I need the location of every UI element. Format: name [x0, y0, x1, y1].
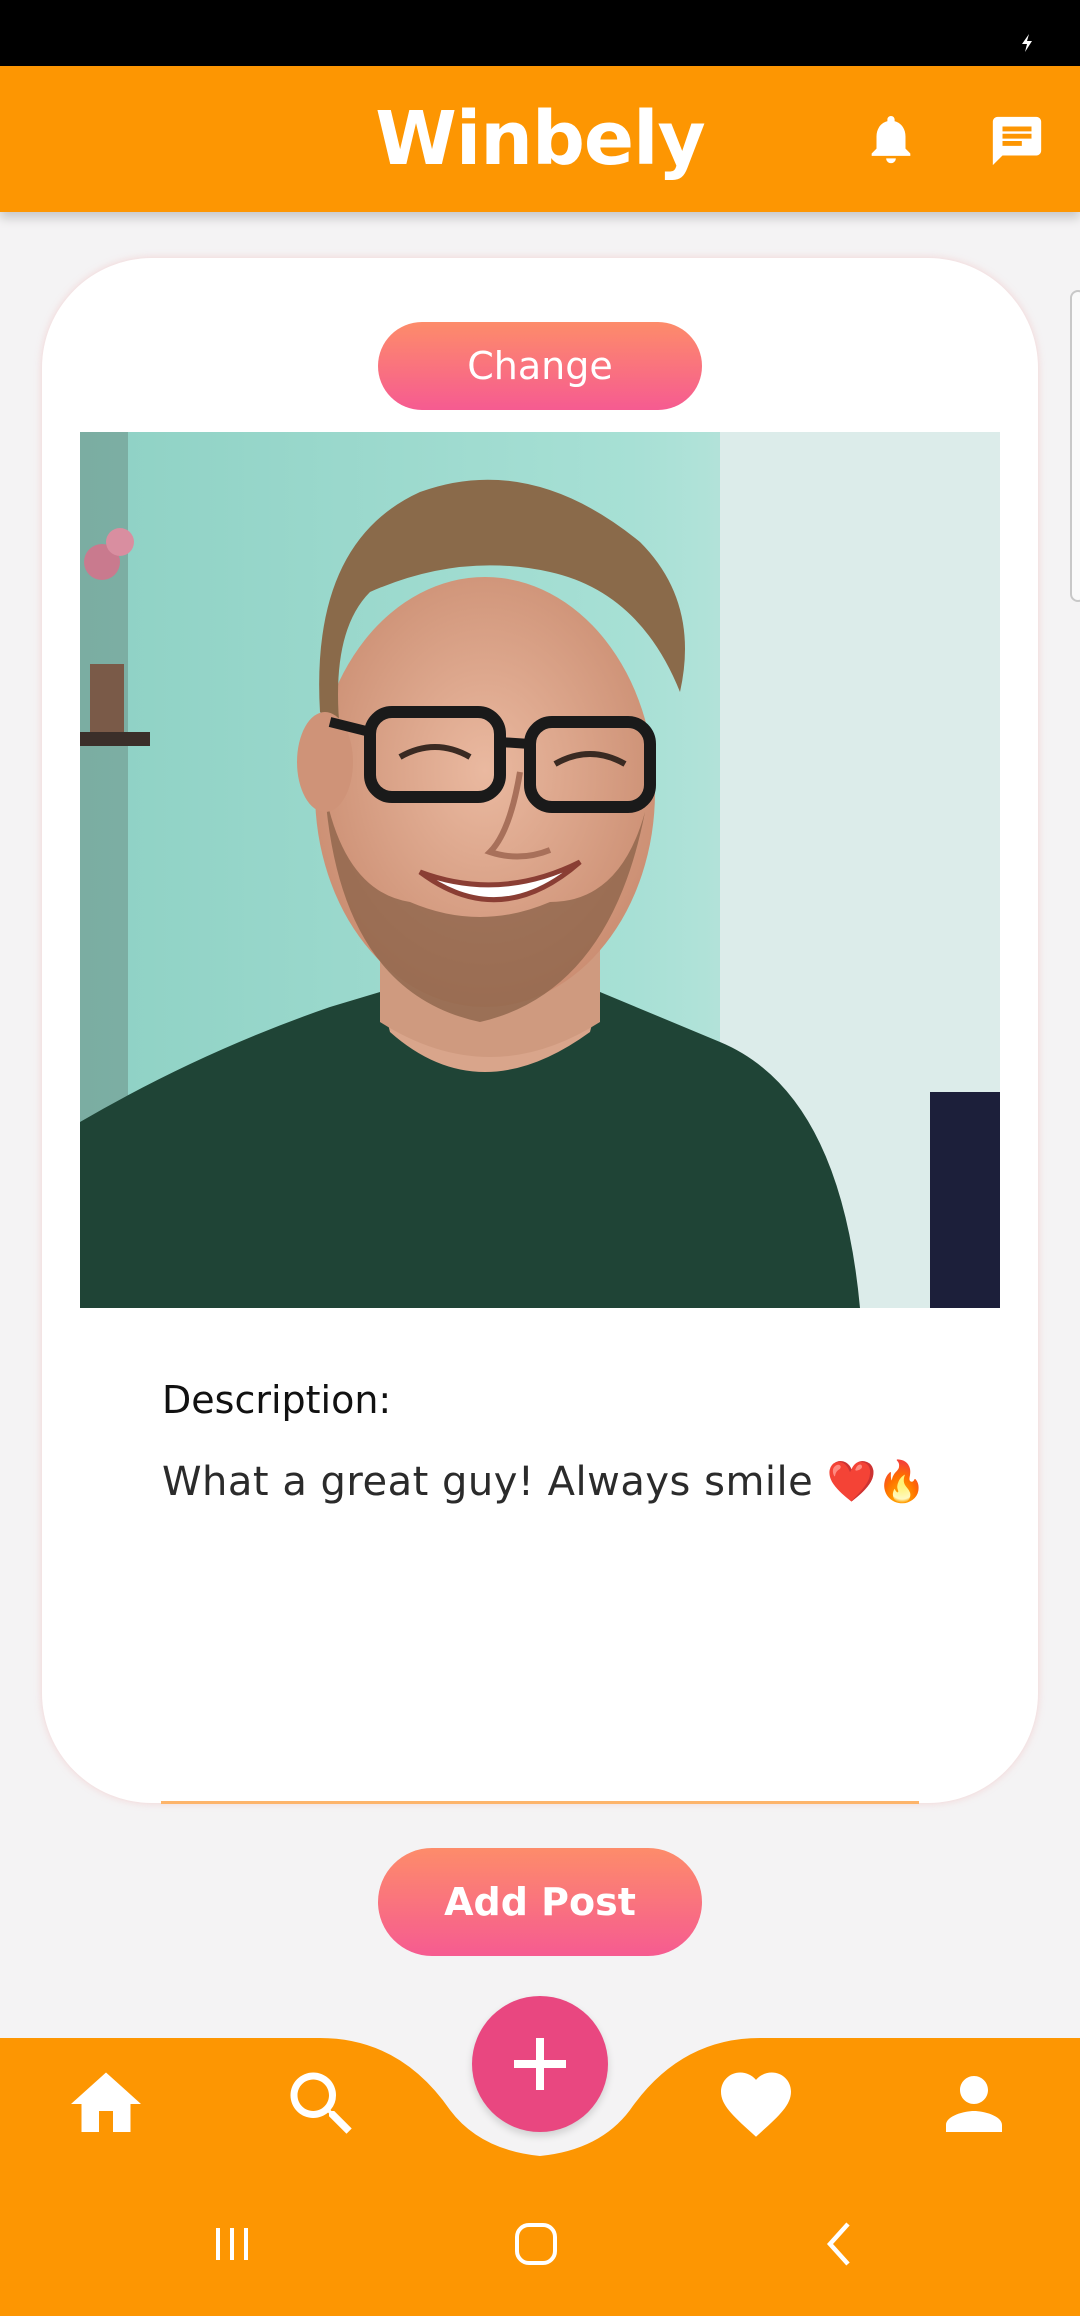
charging-icon	[1022, 34, 1032, 52]
status-bar	[0, 0, 1080, 66]
add-post-button[interactable]: Add Post	[378, 1848, 702, 1956]
home-icon[interactable]	[64, 2062, 148, 2146]
description-underline	[161, 1801, 919, 1804]
description-text[interactable]: What a great guy! Always smile ❤️🔥	[162, 1458, 927, 1505]
bottom-navigation	[0, 1996, 1080, 2316]
bell-icon[interactable]	[862, 110, 920, 168]
add-icon	[514, 2038, 566, 2090]
search-icon[interactable]	[280, 2062, 364, 2146]
post-card: Change Description: What a great guy! Al…	[42, 258, 1038, 1803]
back-icon[interactable]	[810, 2214, 870, 2274]
description-label: Description:	[162, 1378, 392, 1422]
post-photo[interactable]	[80, 432, 1000, 1308]
add-button[interactable]	[472, 1996, 608, 2132]
scroll-indicator[interactable]	[1070, 290, 1080, 602]
chat-icon[interactable]	[988, 112, 1046, 170]
app-header: Winbely	[0, 66, 1080, 212]
home-circle-icon[interactable]	[506, 2214, 566, 2274]
change-button[interactable]: Change	[378, 322, 702, 410]
heart-icon[interactable]	[714, 2062, 798, 2146]
recent-apps-icon[interactable]	[202, 2214, 262, 2274]
profile-icon[interactable]	[932, 2062, 1016, 2146]
